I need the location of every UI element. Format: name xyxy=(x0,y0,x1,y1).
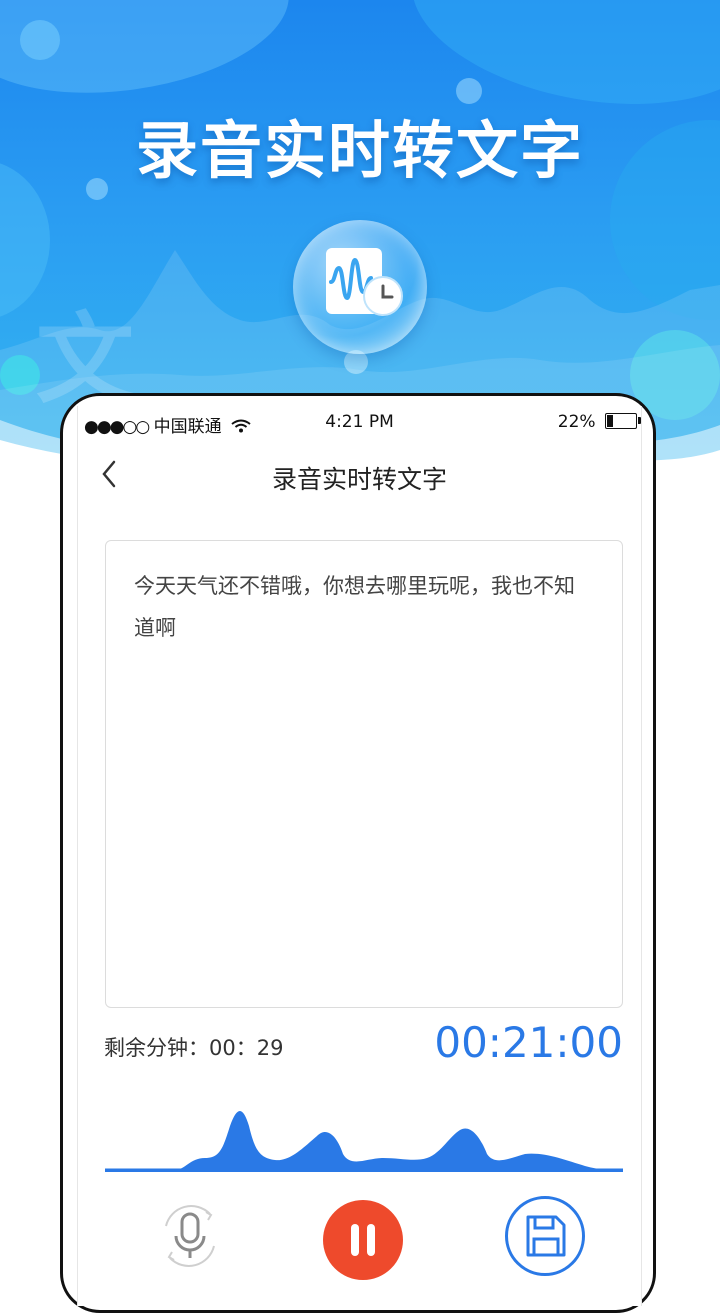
save-button[interactable] xyxy=(505,1196,585,1276)
pause-button[interactable] xyxy=(323,1200,403,1280)
phone-screen: ●●●○○ 中国联通 4:21 PM 22% 录音实时转文字 今天天气还不错哦， xyxy=(77,406,642,1306)
audio-waveform xyxy=(105,1111,623,1172)
transcript-text: 今天天气还不错哦，你想去哪里玩呢，我也不知道啊 xyxy=(134,574,575,640)
app-logo-bubble xyxy=(293,220,427,354)
remaining-label: 剩余分钟： xyxy=(104,1036,209,1060)
controls-bar xyxy=(78,1186,641,1306)
nav-bar: 录音实时转文字 xyxy=(78,446,641,506)
status-bar: ●●●○○ 中国联通 4:21 PM 22% xyxy=(78,406,641,440)
decor-dot xyxy=(20,20,60,60)
status-time: 4:21 PM xyxy=(325,412,394,432)
hero-title: 录音实时转文字 xyxy=(135,114,584,187)
remaining-time: 剩余分钟：00：29 xyxy=(104,1032,283,1062)
floppy-disk-icon xyxy=(526,1215,566,1257)
audio-clock-icon xyxy=(326,248,403,316)
transcript-box[interactable]: 今天天气还不错哦，你想去哪里玩呢，我也不知道啊 xyxy=(105,540,623,1008)
phone-frame: ●●●○○ 中国联通 4:21 PM 22% 录音实时转文字 今天天气还不错哦， xyxy=(60,393,656,1313)
microphone-button[interactable] xyxy=(150,1196,230,1276)
page-title: 录音实时转文字 xyxy=(271,465,447,494)
battery-percent: 22% xyxy=(557,412,596,432)
remaining-value: 00：29 xyxy=(209,1036,284,1060)
elapsed-timer: 00:21:00 xyxy=(434,1018,623,1067)
status-right: 22% xyxy=(557,412,641,432)
pause-icon xyxy=(351,1224,375,1256)
battery-icon xyxy=(605,413,641,429)
microphone-icon xyxy=(165,1205,215,1267)
